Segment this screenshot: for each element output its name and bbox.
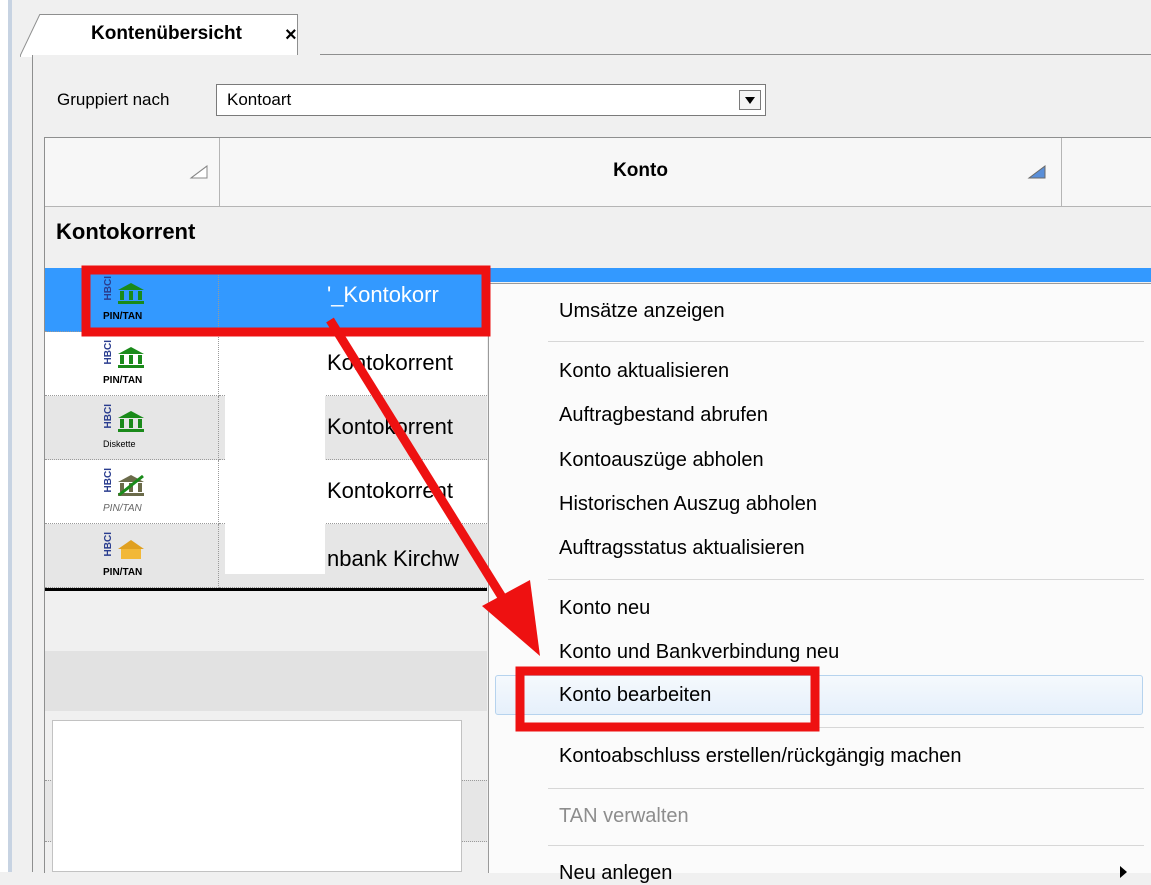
column-title-konto: Konto	[613, 160, 668, 181]
submenu-arrow-icon	[1120, 866, 1127, 878]
menu-item-konto-neu[interactable]: Konto neu	[559, 597, 650, 620]
hbci-badge: HBCI	[103, 468, 114, 493]
menu-item-tan-verwalten: TAN verwalten	[559, 805, 689, 827]
account-row[interactable]: HBCI PIN/TAN '_Kontokorr	[45, 268, 487, 332]
bank-icon: HBCI PIN/TAN	[100, 274, 170, 326]
auth-label: PIN/TAN	[103, 311, 143, 322]
empty-area	[45, 651, 487, 711]
menu-separator	[548, 341, 1144, 342]
hbci-badge: HBCI	[103, 340, 114, 365]
row-icon-cell: HBCI Diskette	[45, 396, 219, 460]
menu-item-neu-anlegen[interactable]: Neu anlegen	[559, 862, 672, 885]
group-heading-kontokorrent: Kontokorrent	[56, 219, 196, 244]
bank-broken-icon: HBCI PIN/TAN	[100, 466, 170, 518]
account-name: nbank Kirchw	[327, 546, 460, 571]
dropdown-arrow-icon[interactable]	[739, 90, 761, 110]
group-by-select[interactable]: Kontoart	[216, 84, 766, 116]
bank-icon: HBCI PIN/TAN	[100, 338, 170, 390]
menu-item-umsaetze-anzeigen[interactable]: Umsätze anzeigen	[559, 300, 725, 323]
row-icon-cell: HBCI PIN/TAN	[45, 332, 219, 396]
tab-close-icon[interactable]: ×	[285, 25, 297, 45]
hbci-badge: HBCI	[103, 404, 114, 429]
menu-separator	[548, 579, 1144, 580]
empty-area	[45, 591, 487, 652]
column-header-icon[interactable]	[45, 138, 220, 206]
auth-label: PIN/TAN	[103, 503, 142, 514]
column-header-extra[interactable]	[1062, 138, 1151, 206]
account-name: '_Kontokorr	[327, 282, 439, 307]
bank-icon: HBCI Diskette	[100, 402, 170, 454]
hbci-badge: HBCI	[103, 276, 114, 301]
column-header-konto[interactable]: Konto	[220, 138, 1062, 206]
row-icon-cell: HBCI PIN/TAN	[45, 524, 219, 588]
tab-label: Kontenübersicht	[91, 23, 242, 44]
menu-item-historischen-auszug-abholen[interactable]: Historischen Auszug abholen	[559, 493, 817, 516]
sort-indicator-icon	[1027, 165, 1046, 179]
auth-label: PIN/TAN	[103, 375, 143, 386]
menu-item-konto-bearbeiten[interactable]: Konto bearbeiten	[559, 684, 711, 707]
menu-item-auftragbestand-abrufen[interactable]: Auftragbestand abrufen	[559, 404, 768, 427]
hbci-badge: HBCI	[103, 532, 114, 557]
tab-edge	[20, 14, 41, 56]
selection-bar	[487, 268, 1151, 282]
row-text-cell: '_Kontokorr	[219, 268, 487, 332]
cell-overlay	[225, 336, 325, 574]
menu-separator	[548, 845, 1144, 846]
window-left-edge	[0, 0, 20, 872]
menu-separator	[548, 788, 1144, 789]
grid-header: Konto	[45, 138, 1151, 207]
row-icon-cell: HBCI PIN/TAN	[45, 268, 219, 332]
auth-label: PIN/TAN	[103, 567, 143, 578]
group-by-label: Gruppiert nach	[57, 90, 170, 109]
group-by-value: Kontoart	[227, 90, 292, 109]
house-icon: HBCI PIN/TAN	[100, 530, 170, 582]
account-name: Kontokorrent	[327, 478, 453, 503]
menu-item-auftragsstatus-aktualisieren[interactable]: Auftragsstatus aktualisieren	[559, 537, 805, 560]
tab-kontenuebersicht[interactable]: Kontenübersicht ×	[20, 14, 298, 57]
menu-item-konto-aktualisieren[interactable]: Konto aktualisieren	[559, 360, 729, 383]
sort-indicator-icon	[189, 165, 208, 179]
menu-separator	[548, 727, 1144, 728]
menu-item-kontoabschluss[interactable]: Kontoabschluss erstellen/rückgängig mach…	[559, 745, 961, 768]
menu-item-konto-und-bankverbindung-neu[interactable]: Konto und Bankverbindung neu	[559, 641, 839, 664]
auth-label: Diskette	[103, 439, 136, 449]
row-icon-cell: HBCI PIN/TAN	[45, 460, 219, 524]
account-name: Kontokorrent	[327, 414, 453, 439]
account-name: Kontokorrent	[327, 350, 453, 375]
menu-item-kontoauszuege-abholen[interactable]: Kontoauszüge abholen	[559, 449, 764, 472]
details-box	[52, 720, 462, 872]
